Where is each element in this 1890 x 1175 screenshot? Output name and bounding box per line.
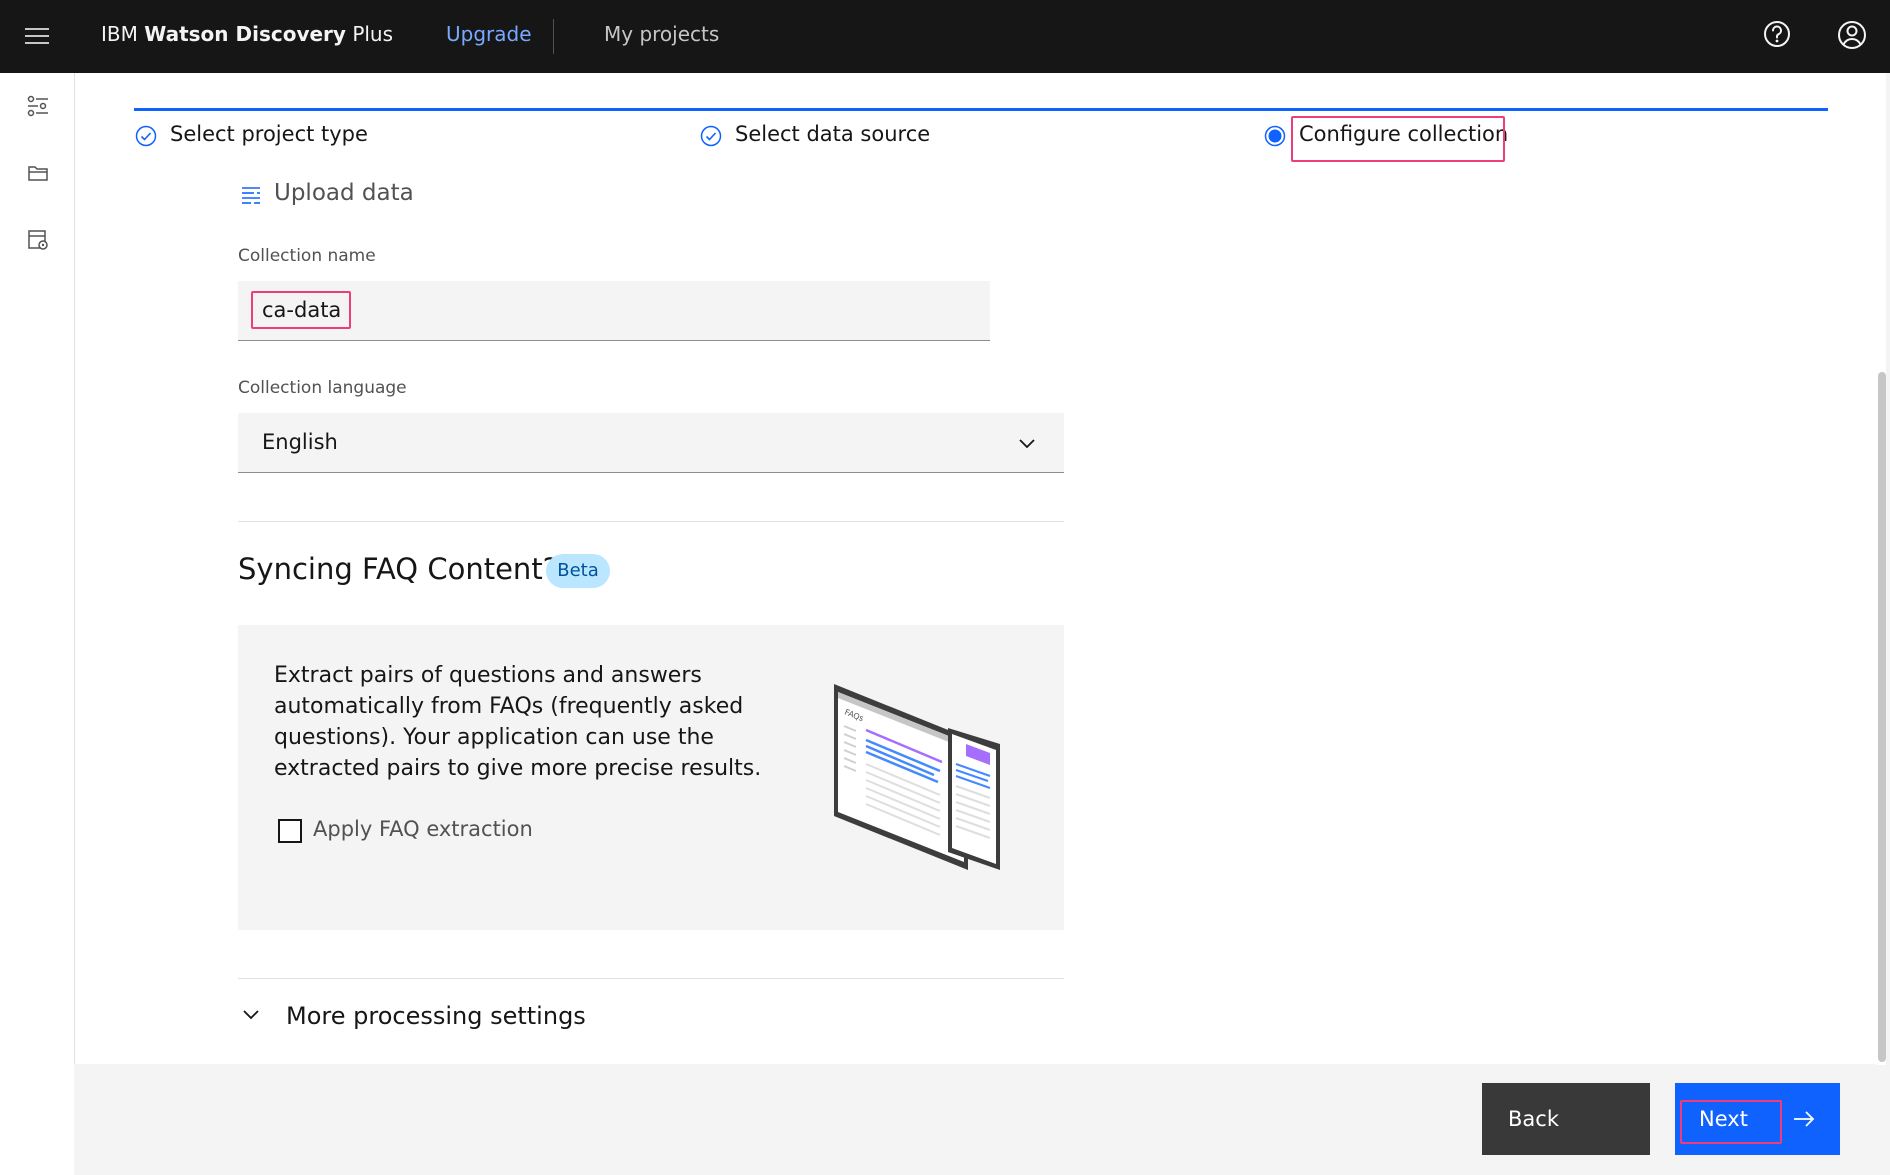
divider xyxy=(238,521,1064,522)
collection-language-label: Collection language xyxy=(238,378,407,398)
step-current-icon xyxy=(1264,125,1286,147)
scrollbar-thumb[interactable] xyxy=(1878,372,1886,1062)
chevron-down-icon[interactable] xyxy=(240,1004,262,1026)
back-button[interactable]: Back xyxy=(1482,1083,1650,1155)
divider xyxy=(238,978,1064,979)
my-projects-link[interactable]: My projects xyxy=(604,22,719,46)
step-complete-icon xyxy=(135,125,157,147)
collection-language-value[interactable]: English xyxy=(262,430,338,454)
hamburger-menu-icon[interactable] xyxy=(22,22,52,52)
product-name[interactable]: IBM Watson Discovery Plus xyxy=(101,22,393,46)
section-title: Upload data xyxy=(274,180,414,206)
collection-settings-icon[interactable] xyxy=(24,226,52,254)
beta-badge: Beta xyxy=(546,554,610,588)
faq-illustration-icon: FAQs xyxy=(834,684,1000,870)
header-divider xyxy=(553,19,554,54)
apply-faq-checkbox[interactable] xyxy=(278,819,302,843)
help-icon[interactable] xyxy=(1760,17,1794,51)
collection-language-select[interactable] xyxy=(238,413,1064,473)
window-edge xyxy=(1886,73,1890,1175)
step-select-project-type[interactable]: Select project type xyxy=(170,122,368,146)
step-select-data-source[interactable]: Select data source xyxy=(735,122,930,146)
user-avatar-icon[interactable] xyxy=(1834,17,1870,53)
arrow-right-icon xyxy=(1794,1111,1815,1127)
folder-icon[interactable] xyxy=(24,159,52,187)
collection-name-label: Collection name xyxy=(238,246,376,266)
brand-suffix: Plus xyxy=(352,22,394,46)
highlight-box xyxy=(1680,1100,1782,1144)
more-processing-settings-toggle[interactable]: More processing settings xyxy=(286,1002,586,1030)
upgrade-link[interactable]: Upgrade xyxy=(446,22,532,46)
step-complete-icon xyxy=(700,125,722,147)
upload-data-icon xyxy=(242,187,260,204)
highlight-box xyxy=(1291,116,1505,162)
back-button-label: Back xyxy=(1508,1107,1559,1131)
settings-sliders-icon[interactable] xyxy=(24,92,52,120)
faq-description: Extract pairs of questions and answers a… xyxy=(274,663,762,781)
apply-faq-label[interactable]: Apply FAQ extraction xyxy=(313,817,533,841)
brand-bold: Watson Discovery xyxy=(144,22,346,46)
progress-line xyxy=(134,108,1828,111)
highlight-box xyxy=(251,291,351,329)
brand-prefix: IBM xyxy=(101,22,138,46)
faq-heading: Syncing FAQ Content? xyxy=(238,552,559,586)
chevron-down-icon[interactable] xyxy=(1016,432,1038,454)
